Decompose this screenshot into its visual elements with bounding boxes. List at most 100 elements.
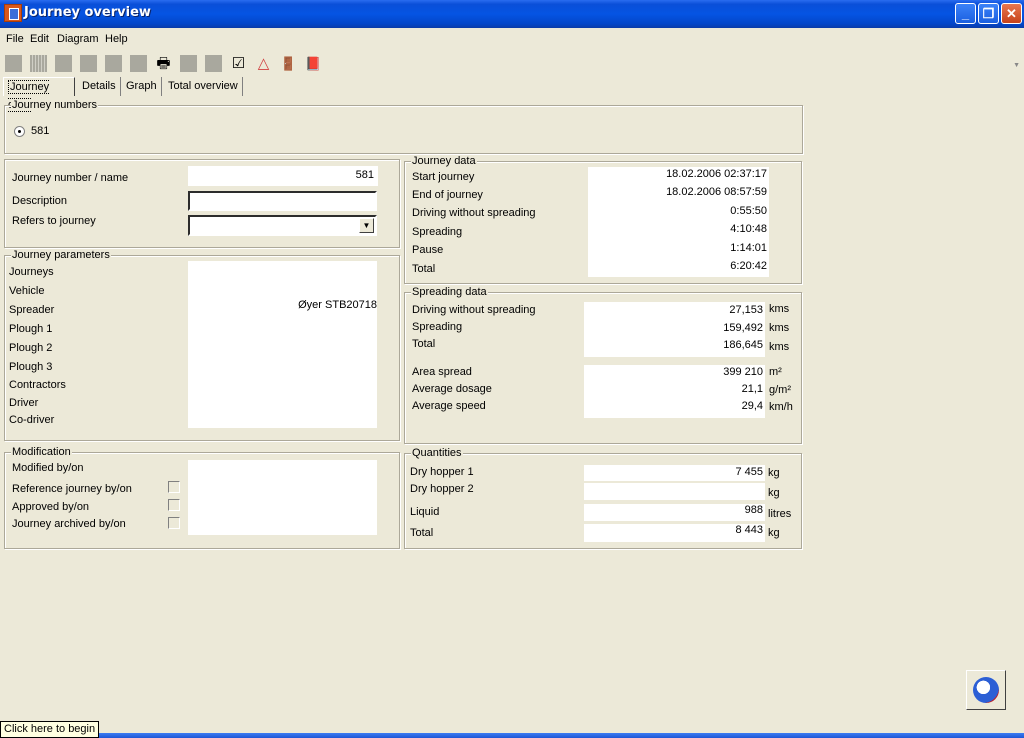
journey-data-group: Journey data Start journey 18.02.2006 02… xyxy=(404,155,802,284)
area-spread-value: 399 210 xyxy=(723,366,763,378)
unit-label: kms xyxy=(769,303,790,315)
row-label: Driving without spreading xyxy=(412,207,536,219)
app-launcher-icon xyxy=(973,677,999,703)
row-label: Average speed xyxy=(412,400,486,412)
close-button[interactable]: ✕ xyxy=(1001,3,1022,24)
journey-numbers-group: Journey numbers 581 xyxy=(4,99,803,154)
param-label: Driver xyxy=(9,397,39,409)
checklist-icon[interactable]: ☑ xyxy=(230,55,247,72)
quantity-field xyxy=(584,483,765,500)
param-label: Co-driver xyxy=(9,414,55,426)
row-label: Start journey xyxy=(412,171,475,183)
journey-parameters-group: Journey parameters Journeys Vehicle Spre… xyxy=(4,249,400,441)
book-icon[interactable]: 📕 xyxy=(305,55,322,72)
row-label: Liquid xyxy=(410,506,440,518)
exit-door-icon[interactable]: 🚪 xyxy=(280,55,297,72)
driving-time-value: 0:55:50 xyxy=(730,205,767,217)
group-title: Journey data xyxy=(411,155,477,167)
print-icon[interactable]: 🖶 xyxy=(155,55,172,72)
journey-identity-group: Journey number / name 581 Description Re… xyxy=(4,159,400,248)
unit-label: kms xyxy=(769,341,790,353)
journey-radio-label: 581 xyxy=(31,125,50,137)
paste-icon[interactable] xyxy=(105,55,122,72)
menu-edit[interactable]: Edit xyxy=(30,33,49,45)
description-label: Description xyxy=(12,195,68,207)
row-label: Driving without spreading xyxy=(412,304,536,316)
refers-to-journey-select[interactable]: ▼ xyxy=(188,215,377,236)
unit-label: kg xyxy=(768,527,780,539)
row-label: End of journey xyxy=(412,189,483,201)
row-label: Total xyxy=(412,338,436,350)
taskbar xyxy=(0,733,1024,738)
param-label: Spreader xyxy=(9,304,55,316)
menu-diagram[interactable]: Diagram xyxy=(57,33,99,45)
total-time-value: 6:20:42 xyxy=(730,260,767,272)
approved-checkbox[interactable] xyxy=(168,499,180,511)
blank-icon[interactable] xyxy=(5,55,22,72)
reference-journey-checkbox[interactable] xyxy=(168,481,180,493)
pause-time-value: 1:14:01 xyxy=(730,242,767,254)
row-label: Average dosage xyxy=(412,383,492,395)
menu-help[interactable]: Help xyxy=(105,33,128,45)
quantities-group: Quantities Dry hopper 1 7 455 kg Dry hop… xyxy=(404,447,802,549)
param-label: Plough 1 xyxy=(9,323,53,335)
unit-label: m² xyxy=(769,366,782,378)
blank-icon[interactable] xyxy=(130,55,147,72)
toolbar-overflow-icon[interactable]: ▼ xyxy=(1013,62,1020,69)
row-label: Total xyxy=(410,527,434,539)
journey-number-label: Journey number / name xyxy=(12,172,129,184)
tab-journey-data[interactable]: Journey data xyxy=(3,77,75,112)
average-speed-value: 29,4 xyxy=(741,400,763,412)
start-tooltip: Click here to begin xyxy=(0,721,100,738)
param-label: Journeys xyxy=(9,266,54,278)
triangle-icon[interactable]: △ xyxy=(255,55,272,72)
row-label: Total xyxy=(412,263,436,275)
total-quantity-value: 8 443 xyxy=(735,524,763,536)
reference-journey-label: Reference journey by/on xyxy=(12,483,132,495)
window-title: Journey overview xyxy=(24,5,151,20)
spreader-value: Øyer STB20718 xyxy=(298,299,377,311)
dropdown-icon[interactable] xyxy=(180,55,197,72)
spreading-distance-value: 159,492 xyxy=(723,322,763,334)
toolbar: 🖶 ☑ △ 🚪 📕 ▼ xyxy=(0,52,1024,76)
maximize-button[interactable]: ❐ xyxy=(978,3,999,24)
approved-label: Approved by/on xyxy=(12,501,90,513)
row-label: Spreading xyxy=(412,226,463,238)
line-icon[interactable] xyxy=(205,55,222,72)
row-label: Spreading xyxy=(412,321,463,333)
group-title: Journey parameters xyxy=(11,249,111,261)
menu-bar: File Edit Diagram Help xyxy=(0,29,1024,49)
menu-file[interactable]: File xyxy=(6,33,24,45)
modified-label: Modified by/on xyxy=(12,462,84,474)
minimize-button[interactable]: _ xyxy=(955,3,976,24)
unit-label: kg xyxy=(768,467,780,479)
unit-label: km/h xyxy=(769,401,793,413)
tab-graph[interactable]: Graph xyxy=(122,77,162,96)
description-input[interactable] xyxy=(188,191,377,211)
param-label: Contractors xyxy=(9,379,66,391)
app-icon xyxy=(4,4,22,22)
liquid-value: 988 xyxy=(744,504,763,516)
refers-label: Refers to journey xyxy=(12,215,96,227)
unit-label: kg xyxy=(768,487,780,499)
journey-number-field[interactable]: 581 xyxy=(188,166,378,186)
param-label: Plough 3 xyxy=(9,361,53,373)
grid-icon[interactable] xyxy=(30,55,47,72)
copy-icon[interactable] xyxy=(80,55,97,72)
spreading-time-value: 4:10:48 xyxy=(730,223,767,235)
unit-label: g/m² xyxy=(769,384,791,396)
unit-label: kms xyxy=(769,322,790,334)
blank-icon[interactable] xyxy=(55,55,72,72)
tab-total-overview[interactable]: Total overview xyxy=(164,77,243,96)
spreading-data-group: Spreading data Driving without spreading… xyxy=(404,286,802,444)
journey-radio[interactable] xyxy=(14,126,25,137)
tab-details[interactable]: Details xyxy=(78,77,121,96)
modification-value-panel xyxy=(188,460,377,535)
end-journey-value: 18.02.2006 08:57:59 xyxy=(666,186,767,198)
launch-app-button[interactable] xyxy=(966,670,1006,710)
archived-checkbox[interactable] xyxy=(168,517,180,529)
chevron-down-icon[interactable]: ▼ xyxy=(359,218,374,233)
param-label: Plough 2 xyxy=(9,342,53,354)
row-label: Dry hopper 1 xyxy=(410,466,474,478)
journey-number-value: 581 xyxy=(355,169,374,181)
